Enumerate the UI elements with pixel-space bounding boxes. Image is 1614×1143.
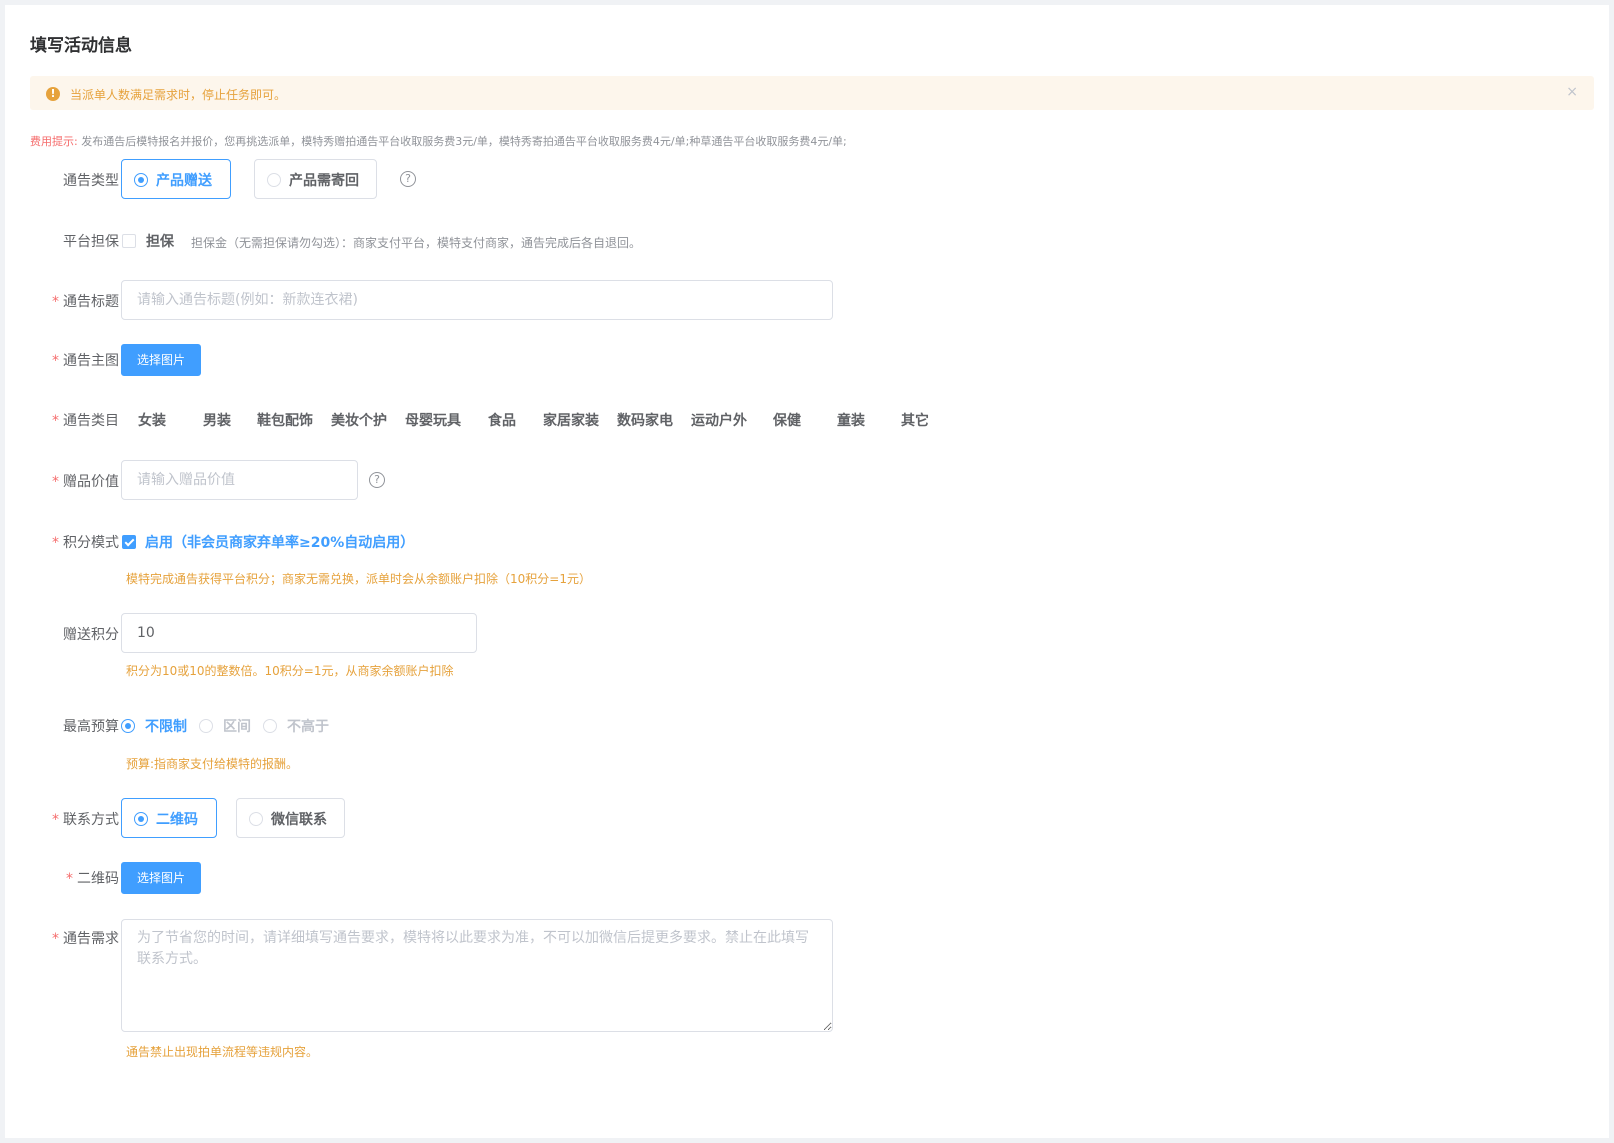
main-image-row: * 通告主图 选择图片 bbox=[5, 344, 1609, 376]
alert-text: 当派单人数满足需求时，停止任务即可。 bbox=[70, 88, 287, 102]
required-mark: * bbox=[52, 535, 59, 551]
max-budget-hint: 预算:指商家支付给模特的报酬。 bbox=[126, 757, 299, 771]
category-item[interactable]: 女装 bbox=[138, 410, 166, 430]
guarantee-note: 担保金（无需担保请勿勾选）：商家支付平台，模特支付商家，通告完成后各自退回。 bbox=[191, 236, 642, 250]
category-item[interactable]: 其它 bbox=[901, 410, 929, 430]
gift-points-input[interactable] bbox=[121, 613, 477, 653]
category-item[interactable]: 家居家装 bbox=[543, 410, 599, 430]
main-image-label: * 通告主图 bbox=[52, 350, 119, 370]
notice-type-label: 通告类型 bbox=[63, 173, 119, 189]
notice-type-option-gift[interactable]: 产品赠送 bbox=[121, 159, 231, 199]
requirements-textarea[interactable] bbox=[121, 919, 833, 1032]
contact-label-text: 联系方式 bbox=[63, 812, 119, 828]
help-icon[interactable]: ? bbox=[400, 171, 416, 187]
radio-dot bbox=[134, 812, 148, 826]
main-image-select-button[interactable]: 选择图片 bbox=[121, 344, 202, 376]
category-item[interactable]: 运动户外 bbox=[691, 410, 747, 430]
points-mode-checkbox[interactable] bbox=[122, 535, 136, 549]
category-row: * 通告类目 女装 男装 鞋包配饰 美妆个护 母婴玩具 食品 家居家装 数码家电 … bbox=[5, 410, 1609, 432]
contact-label: * 联系方式 bbox=[52, 809, 119, 829]
radio-dot bbox=[121, 719, 135, 733]
contact-option-wechat[interactable]: 微信联系 bbox=[236, 798, 345, 838]
gift-points-row: 赠送积分 bbox=[5, 613, 1609, 653]
gift-value-label: * 赠品价值 bbox=[52, 471, 119, 491]
fee-tip-label: 费用提示: bbox=[30, 135, 78, 148]
page-title: 填写活动信息 bbox=[30, 36, 132, 56]
gift-value-label-text: 赠品价值 bbox=[63, 474, 119, 490]
option-label: 不限制 bbox=[145, 719, 187, 735]
qrcode-row: * 二维码 选择图片 bbox=[5, 862, 1609, 894]
guarantee-row: 平台担保 担保 担保金（无需担保请勿勾选）：商家支付平台，模特支付商家，通告完成… bbox=[5, 229, 1609, 251]
required-mark: * bbox=[52, 294, 59, 310]
category-item[interactable]: 鞋包配饰 bbox=[257, 410, 313, 430]
required-mark: * bbox=[52, 812, 59, 828]
category-item[interactable]: 母婴玩具 bbox=[405, 410, 461, 430]
warning-icon: ! bbox=[46, 87, 60, 101]
radio-dot bbox=[199, 719, 213, 733]
option-label: 区间 bbox=[223, 719, 251, 735]
title-label-text: 通告标题 bbox=[63, 294, 119, 310]
points-mode-label: * 积分模式 bbox=[52, 532, 119, 552]
option-label: 微信联系 bbox=[271, 812, 327, 828]
option-label: 产品需寄回 bbox=[289, 173, 359, 189]
required-mark: * bbox=[52, 413, 59, 429]
notice-type-option-return[interactable]: 产品需寄回 bbox=[254, 159, 377, 199]
radio-dot bbox=[249, 812, 263, 826]
radio-dot bbox=[267, 173, 281, 187]
contact-row: * 联系方式 二维码 微信联系 bbox=[5, 798, 1609, 838]
title-label: * 通告标题 bbox=[52, 291, 119, 311]
option-label: 产品赠送 bbox=[156, 173, 212, 189]
category-item[interactable]: 童装 bbox=[837, 410, 865, 430]
title-row: * 通告标题 bbox=[5, 280, 1609, 320]
warning-alert: ! 当派单人数满足需求时，停止任务即可。 × bbox=[30, 76, 1594, 110]
category-item[interactable]: 数码家电 bbox=[617, 410, 673, 430]
radio-dot bbox=[134, 173, 148, 187]
form-panel: 填写活动信息 ! 当派单人数满足需求时，停止任务即可。 × 费用提示: 发布通告… bbox=[5, 5, 1609, 1138]
qrcode-label: * 二维码 bbox=[66, 868, 119, 888]
category-label: * 通告类目 bbox=[52, 410, 119, 430]
points-mode-row: * 积分模式 启用（非会员商家弃单率≥20%自动启用） bbox=[5, 530, 1609, 552]
title-input[interactable] bbox=[121, 280, 833, 320]
required-mark: * bbox=[52, 474, 59, 490]
gift-value-input[interactable] bbox=[121, 460, 358, 500]
help-icon[interactable]: ? bbox=[369, 472, 385, 488]
required-mark: * bbox=[66, 871, 73, 887]
guarantee-checkbox[interactable] bbox=[122, 234, 136, 248]
requirements-label-text: 通告需求 bbox=[63, 931, 119, 947]
category-item[interactable]: 美妆个护 bbox=[331, 410, 387, 430]
requirements-hint: 通告禁止出现拍单流程等违规内容。 bbox=[126, 1045, 319, 1059]
gift-points-label: 赠送积分 bbox=[63, 627, 119, 643]
gift-value-row: *赠品价值 ? bbox=[5, 460, 1609, 500]
radio-dot bbox=[263, 719, 277, 733]
contact-option-qrcode[interactable]: 二维码 bbox=[121, 798, 217, 838]
qrcode-select-button[interactable]: 选择图片 bbox=[121, 862, 202, 894]
gift-points-hint: 积分为10或10的整数倍。10积分=1元，从商家余额账户扣除 bbox=[126, 664, 454, 678]
main-image-label-text: 通告主图 bbox=[63, 353, 119, 369]
points-mode-hint: 模特完成通告获得平台积分；商家无需兑换，派单时会从余额账户扣除（10积分=1元） bbox=[126, 572, 591, 586]
points-mode-label-text: 积分模式 bbox=[63, 535, 119, 551]
guarantee-label: 平台担保 bbox=[63, 234, 119, 250]
required-mark: * bbox=[52, 353, 59, 369]
max-budget-label: 最高预算 bbox=[63, 719, 119, 735]
category-item[interactable]: 食品 bbox=[488, 410, 516, 430]
qrcode-label-text: 二维码 bbox=[77, 871, 119, 887]
close-icon[interactable]: × bbox=[1566, 84, 1578, 100]
points-mode-checkbox-label[interactable]: 启用（非会员商家弃单率≥20%自动启用） bbox=[145, 532, 414, 552]
requirements-label: * 通告需求 bbox=[52, 928, 119, 948]
notice-type-row: 通告类型 产品赠送 产品需寄回 ? bbox=[5, 159, 1609, 199]
option-label: 不高于 bbox=[287, 719, 329, 735]
fee-tip: 费用提示: 发布通告后模特报名并报价，您再挑选派单，模特秀赠拍通告平台收取服务费… bbox=[30, 133, 847, 149]
category-label-text: 通告类目 bbox=[63, 413, 119, 429]
option-label: 二维码 bbox=[156, 812, 198, 828]
category-item[interactable]: 保健 bbox=[773, 410, 801, 430]
fee-tip-text: 发布通告后模特报名并报价，您再挑选派单，模特秀赠拍通告平台收取服务费3元/单，模… bbox=[81, 135, 847, 148]
guarantee-checkbox-label[interactable]: 担保 bbox=[146, 231, 174, 251]
required-mark: * bbox=[52, 931, 59, 947]
max-budget-row: 最高预算 不限制 区间 不高于 bbox=[5, 714, 1609, 736]
category-item[interactable]: 男装 bbox=[203, 410, 231, 430]
